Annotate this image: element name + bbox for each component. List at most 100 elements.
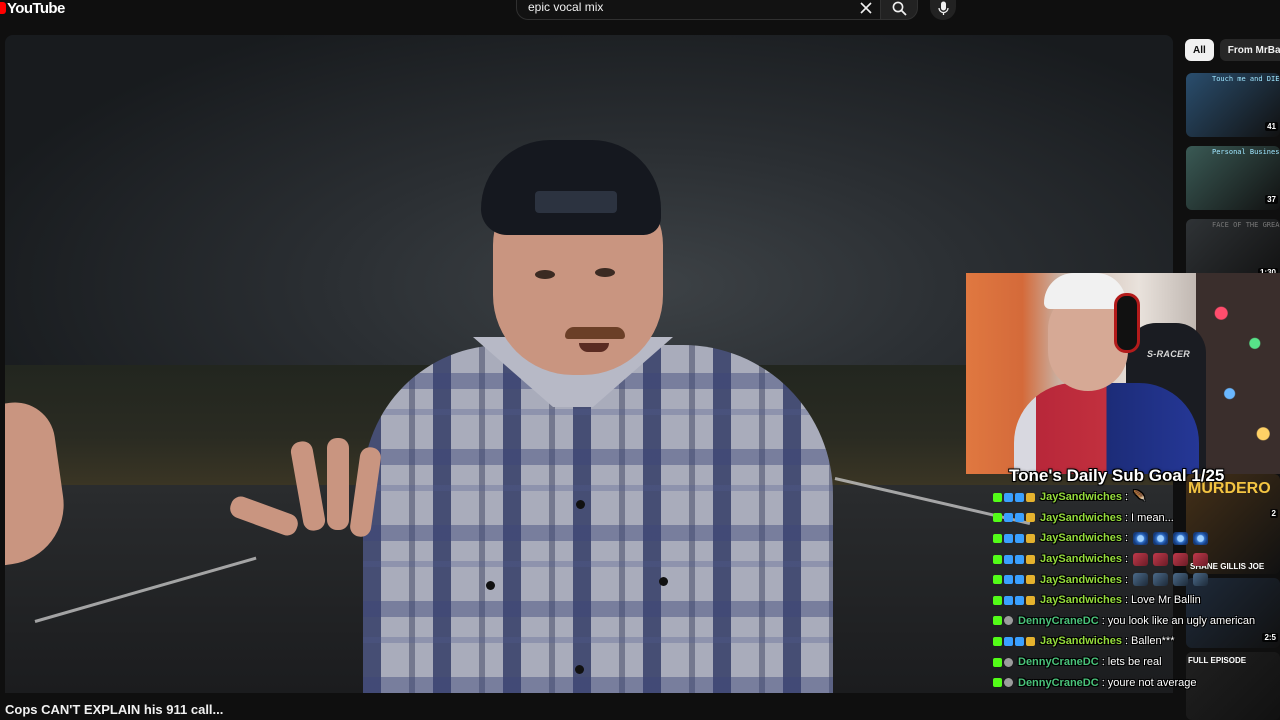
youtube-play-icon [0, 2, 6, 14]
chat-message-text: : Ballen*** [1124, 635, 1175, 648]
chat-message-text: : [1124, 553, 1128, 566]
chat-message: JaySandwiches: [993, 528, 1280, 549]
chat-username[interactable]: DennyCraneDC [1018, 656, 1099, 668]
chat-emote-icon [1133, 552, 1148, 566]
chat-message-text: : I mean... [1124, 511, 1174, 524]
chat-username[interactable]: JaySandwiches [1040, 512, 1122, 524]
chat-badge-icon [1004, 595, 1013, 605]
chat-message-text: : [1124, 573, 1128, 586]
chat-message: JaySandwiches: Ballen*** [993, 631, 1280, 652]
chat-badge-icon [1015, 575, 1024, 585]
chat-badge-icon [993, 616, 1002, 626]
search-input[interactable]: epic vocal mix [516, 0, 886, 20]
chat-message-text: : lets be real [1101, 656, 1162, 669]
presenter-eye [595, 268, 615, 277]
shirt-button [486, 581, 495, 590]
chat-emote-icon: 🪶 [1133, 490, 1146, 502]
chat-badge-icon [1015, 595, 1024, 605]
chip-from-channel[interactable]: From MrBallen [1219, 39, 1280, 61]
chat-badge-icon [1004, 513, 1013, 523]
chat-message-text: : [1124, 491, 1128, 504]
chat-emote-icon [1153, 573, 1168, 587]
chat-message-text: : Love Mr Ballin [1124, 594, 1201, 607]
presenter-finger [327, 438, 349, 530]
chat-emote-icon [1133, 531, 1148, 545]
chat-message-text: : you look like an ugly american [1101, 614, 1256, 627]
chat-username[interactable]: JaySandwiches [1040, 594, 1122, 606]
chat-emote-icon [1173, 531, 1188, 545]
video-title[interactable]: Cops CAN'T EXPLAIN his 911 call... [5, 702, 223, 717]
clear-search-button[interactable] [856, 0, 876, 16]
chat-username[interactable]: JaySandwiches [1040, 574, 1122, 586]
chat-badge-icon [1026, 636, 1035, 646]
chat-message: JaySandwiches: I mean... [993, 508, 1280, 529]
chat-username[interactable]: JaySandwiches [1040, 635, 1122, 647]
search-icon [892, 1, 907, 16]
chat-badge-icon [1015, 554, 1024, 564]
chat-emote-icon [1153, 552, 1168, 566]
search-button[interactable] [880, 0, 918, 20]
chat-username[interactable]: JaySandwiches [1040, 553, 1122, 565]
chat-badge-icon [1026, 513, 1035, 523]
search-query-text[interactable]: epic vocal mix [528, 0, 603, 14]
chat-emote-icon [1193, 573, 1208, 587]
sub-goal-text: Tone's Daily Sub Goal 1/25 [1009, 466, 1225, 485]
shirt-button [576, 500, 585, 509]
close-icon [860, 2, 872, 14]
presenter-cap-strap [535, 191, 617, 213]
chat-emote-icon [1173, 573, 1188, 587]
recommendation-thumbnail[interactable]: Personal Business 37 [1186, 146, 1280, 210]
shirt-button [575, 665, 584, 674]
chat-badge-icon [1004, 678, 1013, 688]
chat-username[interactable]: JaySandwiches [1040, 491, 1122, 503]
chat-badge-icon [993, 636, 1002, 646]
chat-badge-icon [1026, 575, 1035, 585]
chat-badge-icon [993, 678, 1002, 688]
thumbnail-title-text: Personal Business [1212, 148, 1280, 156]
chat-emote-icon [1173, 552, 1188, 566]
presenter-mouth [579, 343, 609, 352]
chat-badge-icon [993, 595, 1002, 605]
chat-emote-icon [1193, 552, 1208, 566]
filter-chips: All From MrBallen [1185, 39, 1280, 61]
recommendation-thumbnail[interactable]: Touch me and DIE 41 [1186, 73, 1280, 137]
chat-badge-icon [1004, 575, 1013, 585]
chat-badge-icon [1026, 533, 1035, 543]
chat-badge-icon [1026, 595, 1035, 605]
chat-badge-icon [1015, 513, 1024, 523]
shirt-button [659, 577, 668, 586]
chat-message: JaySandwiches: Love Mr Ballin [993, 590, 1280, 611]
video-duration: 41 [1265, 122, 1278, 131]
chat-badge-icon [1004, 616, 1013, 626]
chat-username[interactable]: DennyCraneDC [1018, 677, 1099, 689]
youtube-logo[interactable]: YouTube [0, 0, 65, 17]
chair-brand-text: S-RACER [1147, 349, 1191, 359]
presenter-eye [535, 270, 555, 279]
video-presenter [323, 105, 868, 693]
video-duration: 37 [1265, 195, 1278, 204]
chat-message: JaySandwiches: [993, 549, 1280, 570]
chat-badge-icon [993, 492, 1002, 502]
microphone-icon [937, 1, 949, 15]
chat-message: DennyCraneDC: you look like an ugly amer… [993, 611, 1280, 632]
chat-badge-icon [993, 533, 1002, 543]
thumbnail-title-text: FACE OF THE GREAT OBJ [1212, 221, 1280, 229]
top-bar: YouTube epic vocal mix [0, 0, 1280, 22]
chat-badge-icon [993, 657, 1002, 667]
headset-icon [1114, 293, 1140, 353]
chat-badge-icon [1004, 533, 1013, 543]
chat-message-text: : [1124, 532, 1128, 545]
chat-badge-icon [993, 575, 1002, 585]
chip-all[interactable]: All [1185, 39, 1214, 61]
chat-emote-icon [1133, 573, 1148, 587]
chat-username[interactable]: JaySandwiches [1040, 532, 1122, 544]
chat-badge-icon [1015, 533, 1024, 543]
chat-message: JaySandwiches: 🪶 [993, 487, 1280, 508]
chat-message: DennyCraneDC: youre not average [993, 672, 1280, 693]
room-lights [1196, 273, 1280, 474]
chat-username[interactable]: DennyCraneDC [1018, 615, 1099, 627]
chat-badge-icon [1004, 554, 1013, 564]
voice-search-button[interactable] [930, 0, 956, 20]
chat-message: DennyCraneDC: lets be real [993, 652, 1280, 673]
stream-chat-overlay: JaySandwiches: 🪶 JaySandwiches: I mean... J… [993, 487, 1280, 693]
